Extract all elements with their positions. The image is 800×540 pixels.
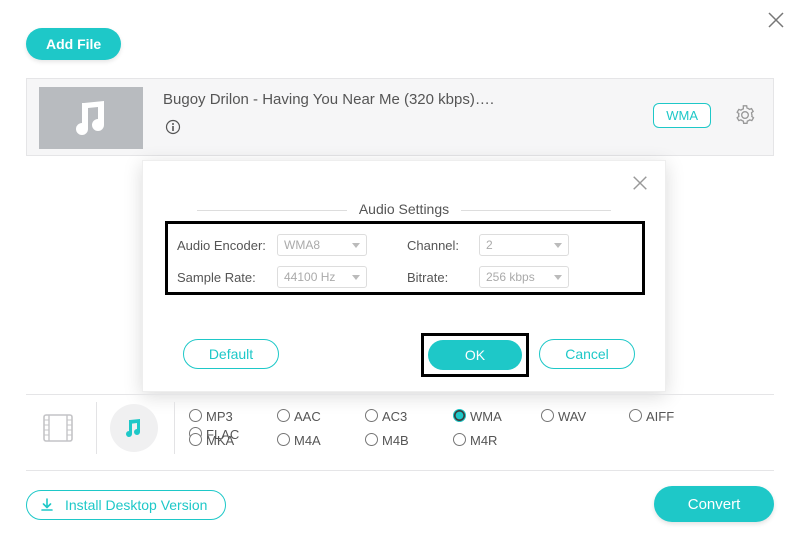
modal-title: Audio Settings [143,201,665,217]
settings-grid: Audio Encoder: WMA8 Channel: 2 Sample Ra… [177,231,637,295]
encoder-select[interactable]: WMA8 [277,234,367,256]
channel-label: Channel: [407,238,479,253]
add-file-button[interactable]: Add File [26,28,121,60]
convert-button[interactable]: Convert [654,486,774,522]
audio-settings-modal: Audio Settings Audio Encoder: WMA8 Chann… [142,160,666,392]
format-option-mka[interactable]: MKA [184,430,272,448]
format-option-aac[interactable]: AAC [272,406,360,424]
sample-rate-label: Sample Rate: [177,270,277,285]
format-option-wav[interactable]: WAV [536,406,624,424]
file-card: Bugoy Drilon - Having You Near Me (320 k… [26,78,774,156]
settings-gear-icon[interactable] [735,105,755,130]
divider [26,470,774,471]
format-radio-group: MP3AACAC3WMAWAVAIFFFLACMKAM4AM4BM4R [184,406,774,454]
bitrate-label: Bitrate: [407,270,479,285]
file-title: Bugoy Drilon - Having You Near Me (320 k… [163,91,494,108]
divider [174,402,175,454]
bitrate-select[interactable]: 256 kbps [479,266,569,288]
install-desktop-label: Install Desktop Version [65,497,207,513]
info-icon[interactable] [165,119,181,140]
install-desktop-button[interactable]: Install Desktop Version [26,490,226,520]
default-button[interactable]: Default [183,339,279,369]
format-option-wma[interactable]: WMA [448,406,536,424]
encoder-label: Audio Encoder: [177,238,277,253]
channel-select[interactable]: 2 [479,234,569,256]
window-close-icon[interactable] [766,8,786,34]
cancel-button[interactable]: Cancel [539,339,635,369]
format-strip: MP3AACAC3WMAWAVAIFFFLACMKAM4AM4BM4R [26,398,774,458]
format-option-m4b[interactable]: M4B [360,430,448,448]
ok-highlight-box: OK [421,333,529,377]
sample-rate-select[interactable]: 44100 Hz [277,266,367,288]
format-option-ac3[interactable]: AC3 [360,406,448,424]
format-option-m4r[interactable]: M4R [448,430,536,448]
format-option-mp3[interactable]: MP3 [184,406,272,424]
download-icon [39,497,55,513]
modal-close-icon[interactable] [631,171,649,199]
divider [96,402,97,454]
music-note-icon [68,95,114,141]
video-tab-icon[interactable] [38,408,78,448]
divider [26,394,774,395]
format-option-m4a[interactable]: M4A [272,430,360,448]
ok-button[interactable]: OK [428,340,522,370]
format-option-aiff[interactable]: AIFF [624,406,712,424]
audio-tab-icon[interactable] [110,404,158,452]
output-format-badge[interactable]: WMA [653,103,711,128]
file-thumbnail [39,87,143,149]
